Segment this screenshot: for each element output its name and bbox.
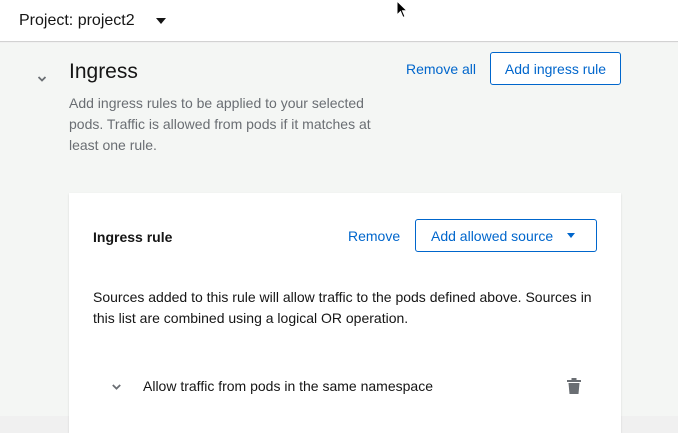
add-allowed-source-dropdown[interactable]: Add allowed source xyxy=(415,219,597,252)
caret-down-icon xyxy=(156,18,166,24)
chevron-down-icon[interactable] xyxy=(38,75,46,83)
chevron-down-icon[interactable] xyxy=(112,383,121,391)
trash-icon[interactable] xyxy=(567,378,581,394)
ingress-rule-description: Sources added to this rule will allow tr… xyxy=(93,289,592,326)
project-bar: Project: project2 xyxy=(0,0,678,42)
remove-rule-button[interactable]: Remove xyxy=(348,228,400,244)
project-selector-label: Project: project2 xyxy=(19,12,135,29)
ingress-section-title: Ingress xyxy=(69,60,138,83)
add-allowed-source-label: Add allowed source xyxy=(431,227,554,244)
source-item-label: Allow traffic from pods in the same name… xyxy=(143,378,433,394)
mouse-cursor-icon xyxy=(396,0,408,19)
caret-down-icon xyxy=(567,233,576,239)
remove-all-button[interactable]: Remove all xyxy=(406,61,476,77)
ingress-section-description: Add ingress rules to be applied to your … xyxy=(69,95,371,153)
ingress-rule-title: Ingress rule xyxy=(93,229,173,245)
add-ingress-rule-button[interactable]: Add ingress rule xyxy=(490,52,621,85)
